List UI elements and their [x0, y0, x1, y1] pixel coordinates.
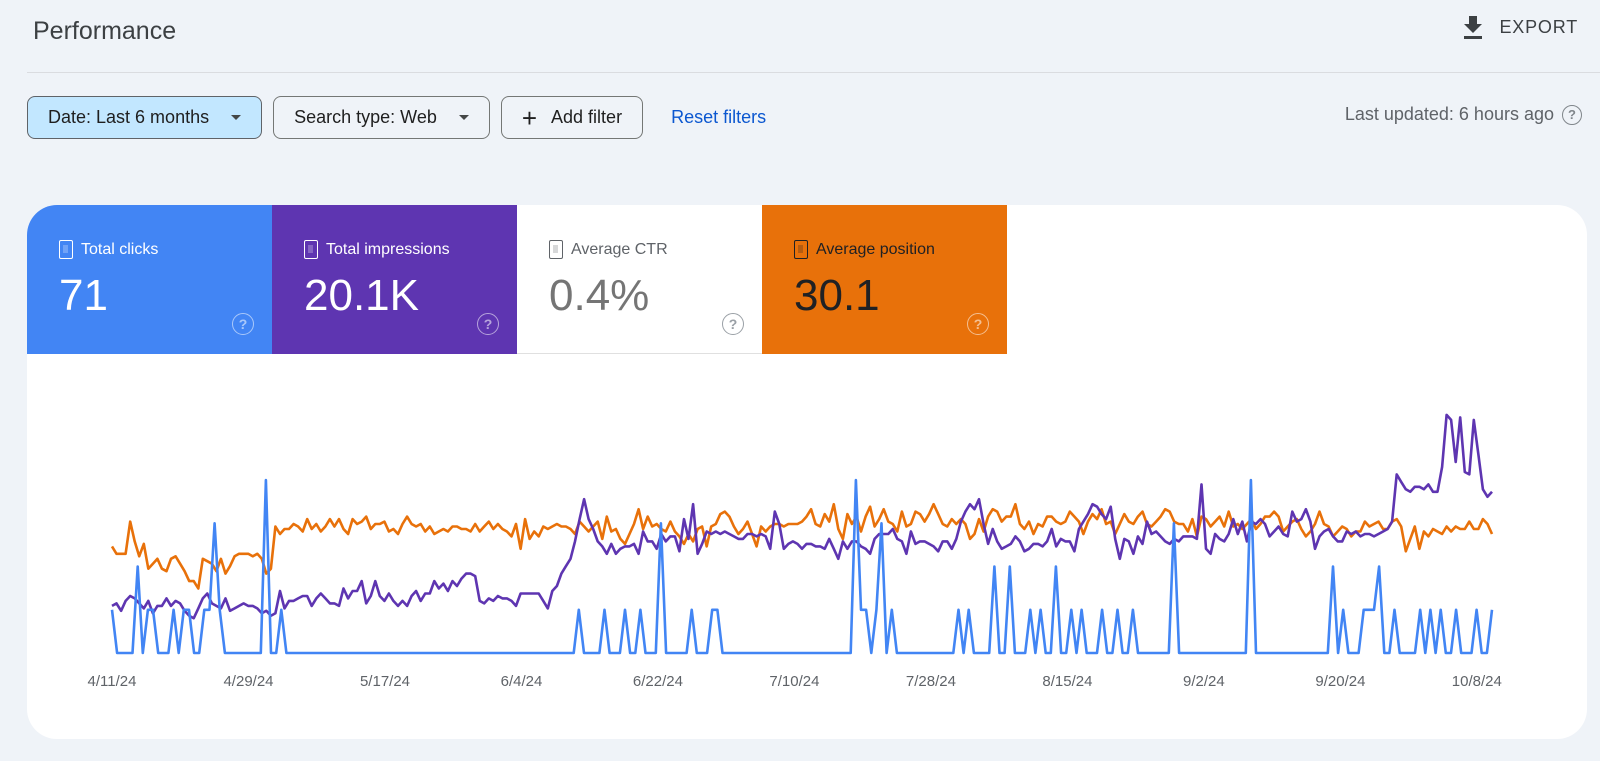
help-icon[interactable]: ? [477, 313, 499, 335]
header-divider [27, 72, 1600, 73]
x-tick-label: 5/17/24 [360, 673, 410, 690]
help-icon[interactable]: ? [722, 313, 744, 335]
search-type-filter-chip[interactable]: Search type: Web [273, 96, 490, 139]
series-line-total-impressions [111, 413, 1493, 620]
chevron-down-icon [458, 115, 469, 120]
page-header: Performance EXPORT [0, 0, 1600, 74]
performance-card: 4/11/24 4/29/24 5/17/24 6/4/24 6/22/24 7/10/2… [27, 205, 1587, 739]
date-filter-chip[interactable]: Date: Last 6 months [27, 96, 263, 139]
search-type-filter-label: Search type: Web [294, 107, 437, 127]
checkbox-icon [304, 240, 318, 259]
download-icon [1463, 16, 1482, 39]
reset-filters-link[interactable]: Reset filters [671, 107, 766, 128]
metric-cards: Total clicks 71 ? Total impressions 20.1… [27, 205, 1007, 354]
checkbox-icon [59, 240, 73, 259]
date-filter-label: Date: Last 6 months [48, 107, 210, 127]
x-tick-label: 10/8/24 [1452, 673, 1502, 690]
help-icon[interactable]: ? [232, 313, 254, 335]
metric-label: Total impressions [326, 240, 450, 258]
add-filter-button[interactable]: + Add filter [500, 96, 644, 139]
last-updated: Last updated: 6 hours ago ? [1345, 104, 1582, 125]
metric-value: 20.1K [304, 271, 419, 320]
plus-icon: + [521, 102, 538, 133]
last-updated-text: Last updated: 6 hours ago [1344, 104, 1554, 124]
help-icon[interactable]: ? [1562, 104, 1582, 125]
metric-label: Average position [816, 240, 935, 258]
x-tick-label: 9/2/24 [1183, 673, 1225, 690]
x-tick-label: 9/20/24 [1315, 673, 1365, 690]
metric-average-ctr[interactable]: Average CTR 0.4% ? [517, 205, 762, 354]
x-tick-label: 8/15/24 [1042, 673, 1092, 690]
metric-value: 30.1 [794, 271, 880, 320]
metric-total-impressions[interactable]: Total impressions 20.1K ? [272, 205, 517, 354]
add-filter-label: Add filter [551, 107, 623, 127]
metric-label: Average CTR [571, 240, 668, 258]
help-icon[interactable]: ? [967, 313, 989, 335]
x-tick-label: 7/10/24 [769, 673, 819, 690]
x-tick-label: 6/4/24 [501, 673, 543, 690]
checkbox-icon [549, 240, 563, 259]
metric-value: 71 [59, 271, 108, 320]
export-label: EXPORT [1499, 16, 1578, 37]
metric-average-position[interactable]: Average position 30.1 ? [762, 205, 1007, 354]
page-title: Performance [33, 17, 177, 45]
export-button[interactable]: EXPORT [1462, 14, 1579, 40]
x-tick-label: 7/28/24 [906, 673, 956, 690]
checkbox-icon [794, 240, 808, 259]
chevron-down-icon [231, 115, 242, 120]
series-line-average-position [110, 502, 1494, 590]
x-tick-label: 4/29/24 [223, 673, 273, 690]
metric-total-clicks[interactable]: Total clicks 71 ? [27, 205, 272, 354]
metric-value: 0.4% [549, 271, 650, 320]
metric-label: Total clicks [81, 240, 159, 258]
x-tick-label: 6/22/24 [633, 673, 683, 690]
series-line-total-clicks [110, 478, 1494, 655]
x-tick-label: 4/11/24 [88, 673, 137, 690]
filter-bar: Date: Last 6 months Search type: Web + A… [27, 96, 766, 139]
